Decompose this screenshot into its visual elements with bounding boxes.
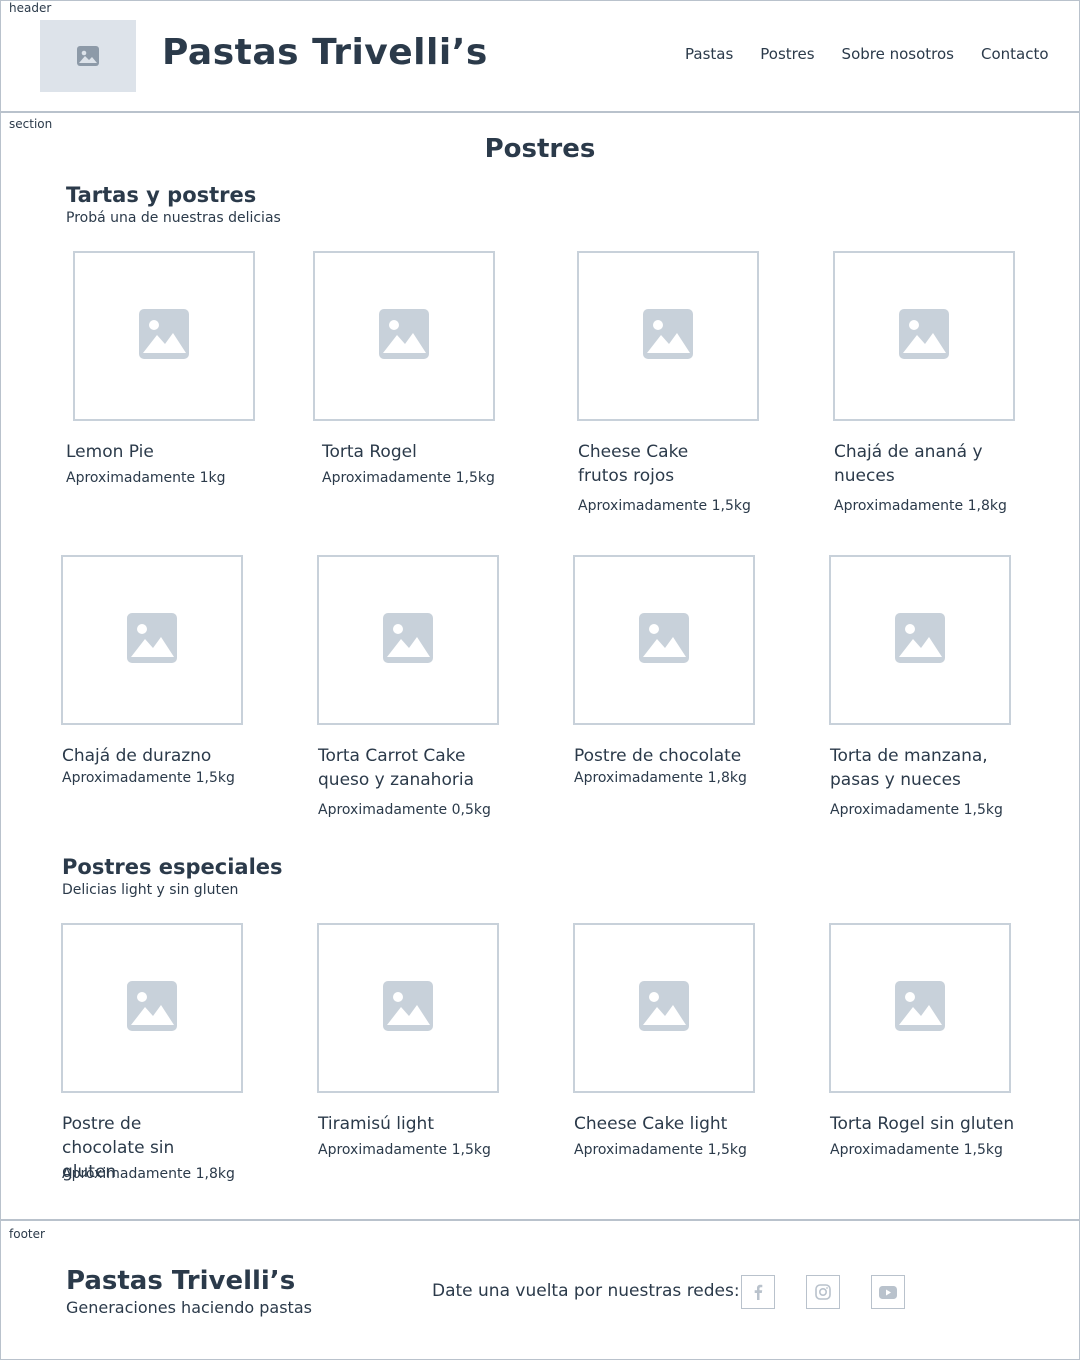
youtube-button[interactable] <box>871 1275 905 1309</box>
product-name[interactable]: Chajá de durazno <box>62 744 237 768</box>
product-weight: Aproximadamente 1,5kg <box>62 770 235 786</box>
product-image[interactable] <box>313 251 495 421</box>
product-weight: Aproximadamente 1,5kg <box>578 498 751 514</box>
product-weight: Aproximadamente 1,5kg <box>830 1142 1003 1158</box>
product-name[interactable]: Cheese Cake light <box>574 1112 749 1136</box>
group-subtitle-especiales: Delicias light y sin gluten <box>62 882 239 898</box>
image-icon <box>77 46 99 66</box>
image-placeholder-icon <box>643 309 693 363</box>
product-name[interactable]: Torta Carrot Cake queso y zanahoria <box>318 744 478 792</box>
image-placeholder-icon <box>639 613 689 667</box>
product-name[interactable]: Torta Rogel sin gluten <box>830 1112 1030 1136</box>
product-weight: Aproximadamente 1,5kg <box>322 470 495 486</box>
footer-social-text: Date una vuelta por nuestras redes: <box>432 1281 740 1301</box>
group-title-especiales: Postres especiales <box>62 855 283 879</box>
youtube-icon <box>879 1285 897 1299</box>
product-image[interactable] <box>317 923 499 1093</box>
product-image[interactable] <box>833 251 1015 421</box>
product-name[interactable]: Torta Rogel <box>322 440 497 464</box>
product-name[interactable]: Tiramisú light <box>318 1112 493 1136</box>
product-image[interactable] <box>829 555 1011 725</box>
nav-link-sobre-nosotros[interactable]: Sobre nosotros <box>842 45 954 63</box>
image-placeholder-icon <box>139 309 189 363</box>
image-placeholder-icon <box>383 981 433 1035</box>
product-weight: Aproximadamente 1,5kg <box>574 1142 747 1158</box>
frame-label-section: section <box>9 117 53 131</box>
image-placeholder-icon <box>383 613 433 667</box>
product-name[interactable]: Postre de chocolate <box>574 744 749 768</box>
product-image[interactable] <box>317 555 499 725</box>
instagram-button[interactable] <box>806 1275 840 1309</box>
image-placeholder-icon <box>639 981 689 1035</box>
group-subtitle-tartas: Probá una de nuestras delicias <box>66 210 281 226</box>
image-placeholder-icon <box>895 613 945 667</box>
nav-link-contacto[interactable]: Contacto <box>981 45 1049 63</box>
product-image[interactable] <box>829 923 1011 1093</box>
facebook-button[interactable] <box>741 1275 775 1309</box>
product-weight: Aproximadamente 1,8kg <box>62 1166 235 1182</box>
page-title: Postres <box>484 134 596 164</box>
image-placeholder-icon <box>895 981 945 1035</box>
product-name[interactable]: Lemon Pie <box>66 440 241 464</box>
product-weight: Aproximadamente 1kg <box>66 470 226 486</box>
logo-placeholder[interactable] <box>40 20 136 92</box>
nav-link-postres[interactable]: Postres <box>760 45 814 63</box>
image-placeholder-icon <box>127 981 177 1035</box>
product-weight: Aproximadamente 1,8kg <box>834 498 1007 514</box>
product-name[interactable]: Chajá de ananá y nueces <box>834 440 984 488</box>
facebook-icon <box>754 1284 763 1300</box>
image-placeholder-icon <box>899 309 949 363</box>
group-title-tartas: Tartas y postres <box>66 183 257 207</box>
product-image[interactable] <box>577 251 759 421</box>
image-placeholder-icon <box>379 309 429 363</box>
main-nav: Pastas Postres Sobre nosotros Contacto <box>685 45 1049 63</box>
product-weight: Aproximadamente 1,5kg <box>318 1142 491 1158</box>
product-weight: Aproximadamente 1,8kg <box>574 770 747 786</box>
footer-tagline: Generaciones haciendo pastas <box>66 1298 312 1317</box>
product-weight: Aproximadamente 1,5kg <box>830 802 1003 818</box>
product-name[interactable]: Cheese Cake frutos rojos <box>578 440 738 488</box>
nav-link-pastas[interactable]: Pastas <box>685 45 733 63</box>
product-image[interactable] <box>61 923 243 1093</box>
product-image[interactable] <box>573 555 755 725</box>
image-placeholder-icon <box>127 613 177 667</box>
instagram-icon <box>815 1284 831 1300</box>
product-weight: Aproximadamente 0,5kg <box>318 802 491 818</box>
brand-title[interactable]: Pastas Trivelli’s <box>162 32 488 73</box>
product-image[interactable] <box>61 555 243 725</box>
product-name[interactable]: Torta de manzana, pasas y nueces <box>830 744 990 792</box>
product-image[interactable] <box>573 923 755 1093</box>
frame-label-header: header <box>9 1 52 15</box>
footer-brand: Pastas Trivelli’s <box>66 1266 296 1296</box>
product-image[interactable] <box>73 251 255 421</box>
frame-label-footer: footer <box>9 1227 45 1241</box>
